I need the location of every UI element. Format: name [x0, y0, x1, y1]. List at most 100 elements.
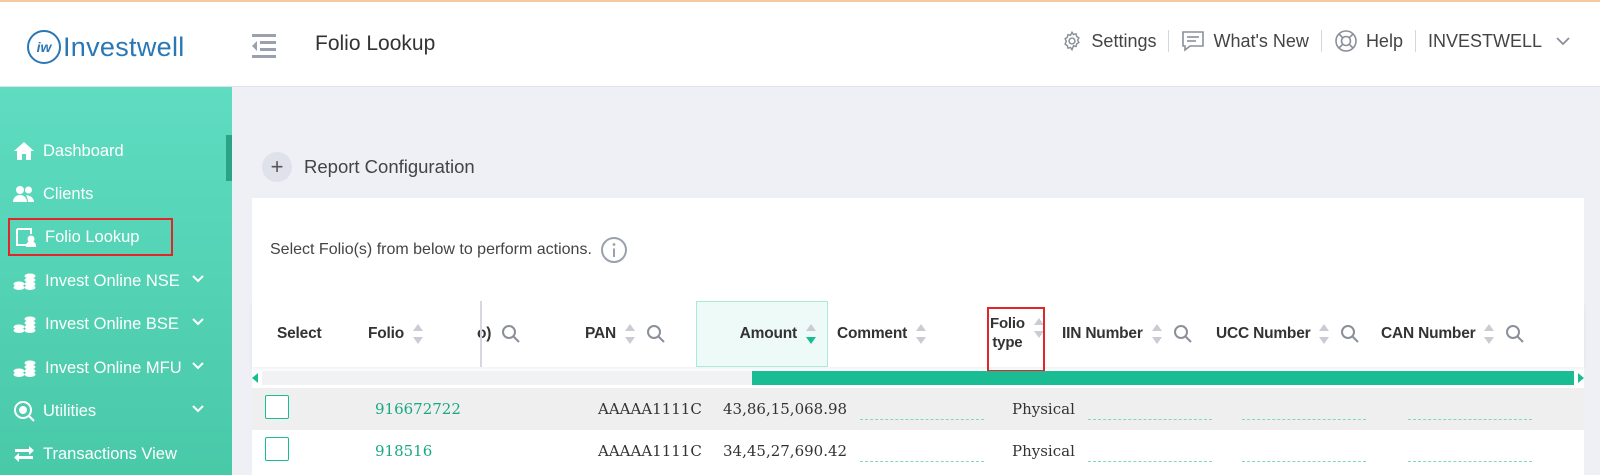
- report-configuration-label: Report Configuration: [304, 156, 475, 177]
- scrollbar-thumb[interactable]: [752, 371, 1574, 385]
- column-header-can-number[interactable]: CAN Number: [1381, 301, 1525, 367]
- help-label: Help: [1365, 30, 1403, 51]
- settings-link[interactable]: Settings: [1049, 30, 1168, 52]
- sidebar-item-invest-online-mfu[interactable]: Invest Online MFU: [0, 348, 232, 388]
- sort-icon[interactable]: [805, 323, 817, 345]
- scroll-left-icon[interactable]: [252, 373, 258, 383]
- sidebar-item-transactions-view[interactable]: Transactions View: [0, 434, 232, 474]
- whats-new-label: What's New: [1213, 30, 1309, 51]
- folio-icon: [16, 228, 37, 247]
- column-header-ucc-number[interactable]: UCC Number: [1216, 301, 1360, 367]
- scroll-right-icon[interactable]: [1578, 373, 1584, 383]
- ucc-field[interactable]: [1242, 461, 1366, 462]
- coins-icon: [13, 273, 36, 290]
- sidebar-item-invest-online-bse[interactable]: Invest Online BSE: [0, 304, 232, 344]
- plus-icon: +: [262, 152, 292, 182]
- column-header-pan[interactable]: PAN: [585, 301, 666, 367]
- search-icon[interactable]: [1340, 324, 1360, 344]
- column-label: Amount: [739, 325, 798, 342]
- sidebar-item-folio-lookup[interactable]: Folio Lookup: [8, 218, 173, 256]
- search-icon[interactable]: [501, 324, 521, 344]
- column-label: UCC Number: [1216, 325, 1311, 342]
- column-label: Folio: [368, 325, 405, 342]
- coins-icon: [13, 316, 36, 333]
- home-icon: [14, 142, 34, 160]
- sidebar-item-label: Invest Online MFU: [45, 358, 182, 377]
- chevron-down-icon: [1556, 36, 1570, 45]
- highlight-box: [987, 307, 1045, 372]
- report-configuration-toggle[interactable]: + Report Configuration: [262, 152, 475, 182]
- sidebar-item-label: Invest Online NSE: [45, 271, 180, 290]
- select-checkbox[interactable]: [265, 437, 289, 461]
- column-header-folio[interactable]: Folio: [368, 301, 424, 367]
- sidebar-item-label: Clients: [43, 184, 94, 203]
- info-icon[interactable]: [600, 236, 628, 264]
- can-field[interactable]: [1408, 461, 1532, 462]
- sort-icon[interactable]: [1483, 323, 1495, 345]
- column-header-hidden[interactable]: o): [477, 301, 521, 367]
- sidebar-item-label: Invest Online BSE: [45, 314, 179, 333]
- gear-icon: [1064, 30, 1081, 52]
- active-indicator: [226, 135, 232, 181]
- whats-new-link[interactable]: What's New: [1169, 30, 1320, 52]
- comment-field[interactable]: [860, 419, 984, 420]
- column-label: Select: [277, 325, 322, 342]
- column-header-comment[interactable]: Comment: [837, 301, 927, 367]
- column-label: IIN Number: [1062, 325, 1143, 342]
- settings-label: Settings: [1091, 30, 1157, 51]
- column-header-iin-number[interactable]: IIN Number: [1062, 301, 1193, 367]
- utilities-icon: [14, 401, 35, 422]
- user-menu[interactable]: INVESTWELL: [1416, 31, 1570, 52]
- sidebar-item-label: Dashboard: [43, 141, 124, 160]
- instructions-label: Select Folio(s) from below to perform ac…: [270, 241, 592, 258]
- table-header: Select Folio o) PAN Amount Comment Folio…: [252, 301, 1584, 367]
- comment-field[interactable]: [860, 461, 984, 462]
- folio-link[interactable]: 916672722: [375, 400, 461, 418]
- sidebar-item-label: Transactions View: [43, 444, 177, 463]
- chevron-down-icon: [192, 275, 204, 283]
- brand-logo[interactable]: iw Investwell: [27, 30, 185, 64]
- search-icon[interactable]: [1173, 324, 1193, 344]
- can-field[interactable]: [1408, 419, 1532, 420]
- search-icon[interactable]: [1505, 324, 1525, 344]
- sidebar-item-dashboard[interactable]: Dashboard: [0, 131, 232, 171]
- top-right-nav: Settings What's New Help INVESTWELL: [1049, 26, 1570, 56]
- iin-field[interactable]: [1088, 419, 1212, 420]
- sort-icon[interactable]: [624, 323, 636, 345]
- sidebar-item-utilities[interactable]: Utilities: [0, 391, 232, 431]
- sidebar-item-label: Utilities: [43, 401, 97, 420]
- column-label: Comment: [837, 325, 908, 342]
- sort-icon[interactable]: [1151, 323, 1163, 345]
- chevron-down-icon: [192, 405, 204, 413]
- column-label: CAN Number: [1381, 325, 1476, 342]
- table-row: 918516 AAAAA1111C 34,45,27,690.42 Physic…: [252, 430, 1584, 472]
- instructions-text: Select Folio(s) from below to perform ac…: [270, 236, 628, 264]
- chat-bubble-icon: [1182, 31, 1205, 52]
- column-header-select: Select: [277, 301, 322, 367]
- coins-icon: [13, 360, 36, 377]
- iin-field[interactable]: [1088, 461, 1212, 462]
- sort-icon[interactable]: [1318, 323, 1330, 345]
- sort-icon[interactable]: [412, 323, 424, 345]
- column-header-amount[interactable]: Amount: [696, 301, 828, 367]
- column-label: PAN: [585, 325, 616, 342]
- amount-value: 34,45,27,690.42: [723, 442, 848, 460]
- sidebar-item-invest-online-nse[interactable]: Invest Online NSE: [0, 261, 232, 301]
- lifebuoy-icon: [1335, 30, 1357, 52]
- search-icon[interactable]: [646, 324, 666, 344]
- folio-type-value: Physical: [1012, 442, 1075, 460]
- logo-mark-icon: iw: [27, 30, 61, 64]
- help-link[interactable]: Help: [1322, 29, 1415, 53]
- folio-type-value: Physical: [1012, 400, 1075, 418]
- ucc-field[interactable]: [1242, 419, 1366, 420]
- select-checkbox[interactable]: [265, 395, 289, 419]
- collapse-menu-icon[interactable]: [250, 31, 278, 61]
- sort-icon[interactable]: [915, 323, 927, 345]
- transfer-icon: [14, 446, 34, 462]
- sidebar-item-clients[interactable]: Clients: [0, 174, 232, 214]
- chevron-down-icon: [192, 362, 204, 370]
- folio-link[interactable]: 918516: [375, 442, 432, 460]
- top-bar: iw Investwell Folio Lookup Settings What…: [0, 0, 1600, 87]
- pan-value: AAAAA1111C: [598, 400, 702, 418]
- horizontal-scrollbar[interactable]: [252, 370, 1584, 386]
